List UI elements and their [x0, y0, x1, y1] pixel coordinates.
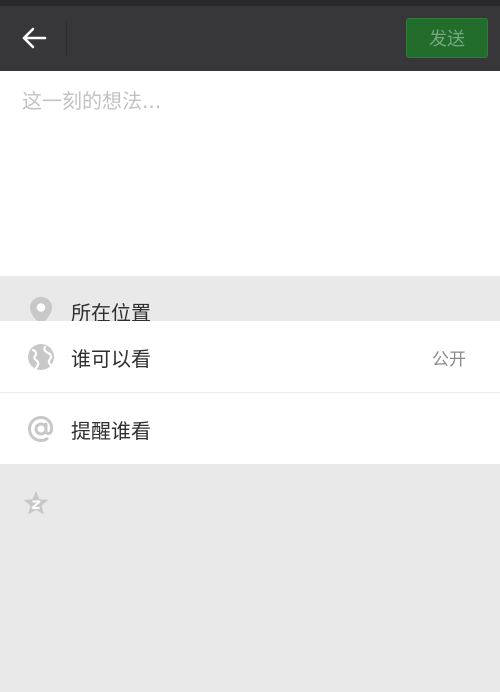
- star-icon[interactable]: [22, 489, 50, 517]
- header-divider: [66, 22, 67, 56]
- composer-placeholder: 这一刻的想法...: [22, 89, 162, 113]
- visibility-value: 公开: [432, 349, 466, 370]
- globe-icon: [26, 342, 56, 372]
- post-composer[interactable]: 这一刻的想法... 所在位置: [0, 71, 500, 325]
- top-bar: 发送: [0, 6, 500, 71]
- arrow-left-icon: [22, 27, 47, 49]
- send-button[interactable]: 发送: [406, 18, 488, 58]
- remind-label: 提醒谁看: [71, 418, 151, 443]
- visibility-row[interactable]: 谁可以看 公开: [0, 321, 500, 393]
- remind-row[interactable]: 提醒谁看: [0, 393, 500, 465]
- visibility-label: 谁可以看: [71, 346, 151, 371]
- options-card: 谁可以看 公开 提醒谁看: [0, 321, 500, 464]
- at-sign-icon: [26, 414, 56, 444]
- back-button[interactable]: [12, 16, 56, 60]
